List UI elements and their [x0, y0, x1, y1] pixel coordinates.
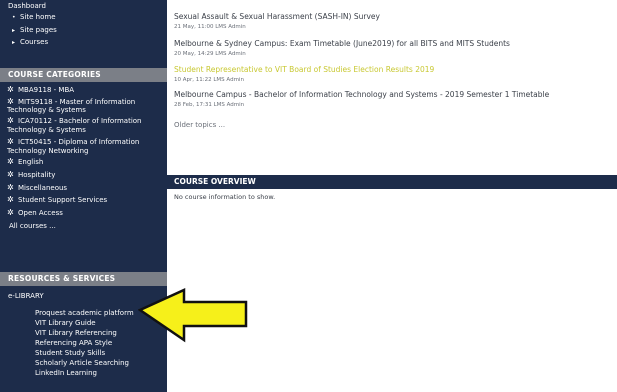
news-topic-meta: 20 May, 14:29 LMS Admin	[174, 51, 246, 57]
library-link[interactable]: Student Study Skills	[35, 349, 105, 358]
category-label: Hospitality	[18, 171, 56, 179]
older-topics-link[interactable]: Older topics ...	[174, 121, 225, 129]
news-topic-link[interactable]: Sexual Assault & Sexual Harassment (SASH…	[174, 12, 380, 21]
news-topic-link[interactable]: Student Representative to VIT Board of S…	[174, 65, 434, 74]
arrow-left-icon	[138, 288, 248, 343]
category-item[interactable]: ✲ Open Access	[7, 208, 63, 218]
category-item[interactable]: ✲ English	[7, 157, 44, 167]
triangle-right-icon: ▸	[12, 39, 16, 46]
nav-site-home[interactable]: • Site home	[12, 13, 56, 23]
resources-services-heading: RESOURCES & SERVICES	[0, 272, 167, 286]
library-link[interactable]: Scholarly Article Searching	[35, 359, 129, 368]
category-item[interactable]: ✲ Student Support Services	[7, 195, 108, 205]
category-item[interactable]: ✲ Miscellaneous	[7, 183, 68, 193]
gear-icon: ✲	[7, 157, 14, 166]
news-topic-meta: 28 Feb, 17:31 LMS Admin	[174, 102, 245, 108]
library-link[interactable]: Referencing APA Style	[35, 339, 112, 348]
elibrary-label: e-LIBRARY	[8, 292, 44, 300]
nav-courses[interactable]: ▸ Courses	[12, 38, 48, 48]
category-item[interactable]: ✲ MBA9118 - MBA	[7, 85, 75, 95]
gear-icon: ✲	[7, 137, 14, 146]
category-label: ICA70112 - Bachelor of Information	[18, 117, 142, 125]
news-topic-link[interactable]: Melbourne & Sydney Campus: Exam Timetabl…	[174, 39, 510, 48]
bullet-icon: •	[12, 14, 16, 21]
category-label: Miscellaneous	[18, 184, 68, 192]
nav-site-pages[interactable]: ▸ Site pages	[12, 26, 57, 36]
category-item[interactable]: ✲ ICA70112 - Bachelor of Information	[7, 116, 142, 126]
category-label-cont[interactable]: Technology & Systems	[7, 106, 86, 115]
category-label: English	[18, 158, 44, 166]
category-label: MBA9118 - MBA	[18, 86, 75, 94]
nav-item-label: Site home	[20, 13, 56, 21]
news-topic-meta: 21 May, 11:00 LMS Admin	[174, 24, 246, 30]
news-topic-meta: 10 Apr, 11:22 LMS Admin	[174, 77, 244, 83]
category-label: MITS9118 - Master of Information	[18, 98, 136, 106]
gear-icon: ✲	[7, 195, 14, 204]
nav-dashboard[interactable]: Dashboard	[8, 2, 46, 11]
gear-icon: ✲	[7, 116, 14, 125]
course-overview-empty-text: No course information to show.	[174, 193, 276, 201]
nav-item-label: Site pages	[20, 26, 57, 34]
category-label-cont[interactable]: Technology Networking	[7, 147, 89, 156]
all-courses-link[interactable]: All courses ...	[9, 222, 56, 231]
gear-icon: ✲	[7, 183, 14, 192]
category-item[interactable]: ✲ ICT50415 - Diploma of Information	[7, 137, 140, 147]
library-link[interactable]: VIT Library Guide	[35, 319, 96, 328]
gear-icon: ✲	[7, 85, 14, 94]
triangle-right-icon: ▸	[12, 27, 16, 34]
nav-item-label: Courses	[20, 38, 49, 46]
library-link[interactable]: LinkedIn Learning	[35, 369, 97, 378]
library-link-proquest[interactable]: Proquest academic platform	[35, 309, 134, 318]
gear-icon: ✲	[7, 170, 14, 179]
category-label: ICT50415 - Diploma of Information	[18, 138, 140, 146]
gear-icon: ✲	[7, 208, 14, 217]
category-label-cont[interactable]: Technology & Systems	[7, 126, 86, 135]
course-overview-heading: COURSE OVERVIEW	[167, 175, 617, 189]
news-topic-link[interactable]: Melbourne Campus - Bachelor of Informati…	[174, 90, 549, 99]
category-label: Open Access	[18, 209, 63, 217]
course-categories-heading: COURSE CATEGORIES	[0, 68, 167, 82]
category-item[interactable]: ✲ Hospitality	[7, 170, 56, 180]
category-label: Student Support Services	[18, 196, 108, 204]
library-link[interactable]: VIT Library Referencing	[35, 329, 117, 338]
